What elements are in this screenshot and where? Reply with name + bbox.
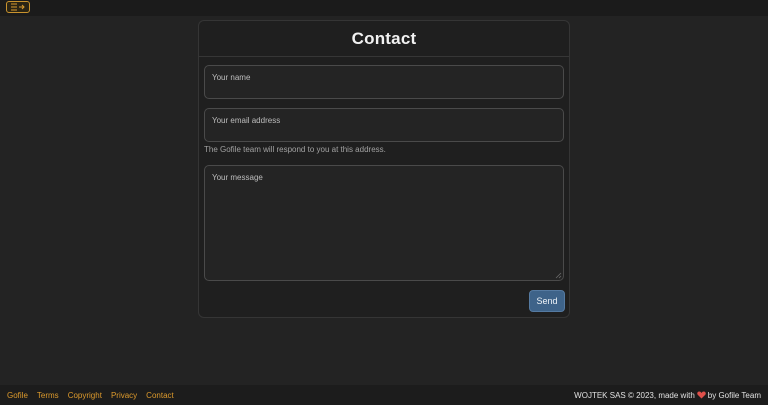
footer-credit-suffix: by Gofile Team (707, 390, 761, 400)
footer-link-contact[interactable]: Contact (146, 391, 174, 400)
menu-expand-icon (11, 3, 25, 11)
resize-grip-icon[interactable] (555, 272, 562, 279)
page-title: Contact (351, 28, 417, 48)
footer-link-copyright[interactable]: Copyright (68, 391, 102, 400)
footer-link-gofile[interactable]: Gofile (7, 391, 28, 400)
name-field-label: Your name (212, 73, 251, 82)
top-bar (0, 0, 768, 16)
footer-link-terms[interactable]: Terms (37, 391, 59, 400)
email-helper-text: The Gofile team will respond to you at t… (204, 145, 386, 154)
message-field-label: Your message (212, 173, 263, 182)
footer-links: Gofile Terms Copyright Privacy Contact (7, 391, 174, 400)
message-field[interactable]: Your message (204, 165, 564, 281)
contact-card: Contact Your name Your email address The… (198, 20, 570, 318)
sidebar-toggle-button[interactable] (6, 1, 30, 13)
footer: Gofile Terms Copyright Privacy Contact W… (0, 385, 768, 405)
footer-credit-prefix: WOJTEK SAS © 2023, made with (574, 390, 695, 400)
footer-link-privacy[interactable]: Privacy (111, 391, 137, 400)
email-field-label: Your email address (212, 116, 281, 125)
contact-card-header: Contact (199, 21, 569, 57)
email-field[interactable]: Your email address (204, 108, 564, 142)
send-button[interactable]: Send (529, 290, 565, 312)
footer-credit: WOJTEK SAS © 2023, made with by Gofile T… (574, 391, 761, 400)
heart-icon (697, 391, 706, 399)
name-field[interactable]: Your name (204, 65, 564, 99)
